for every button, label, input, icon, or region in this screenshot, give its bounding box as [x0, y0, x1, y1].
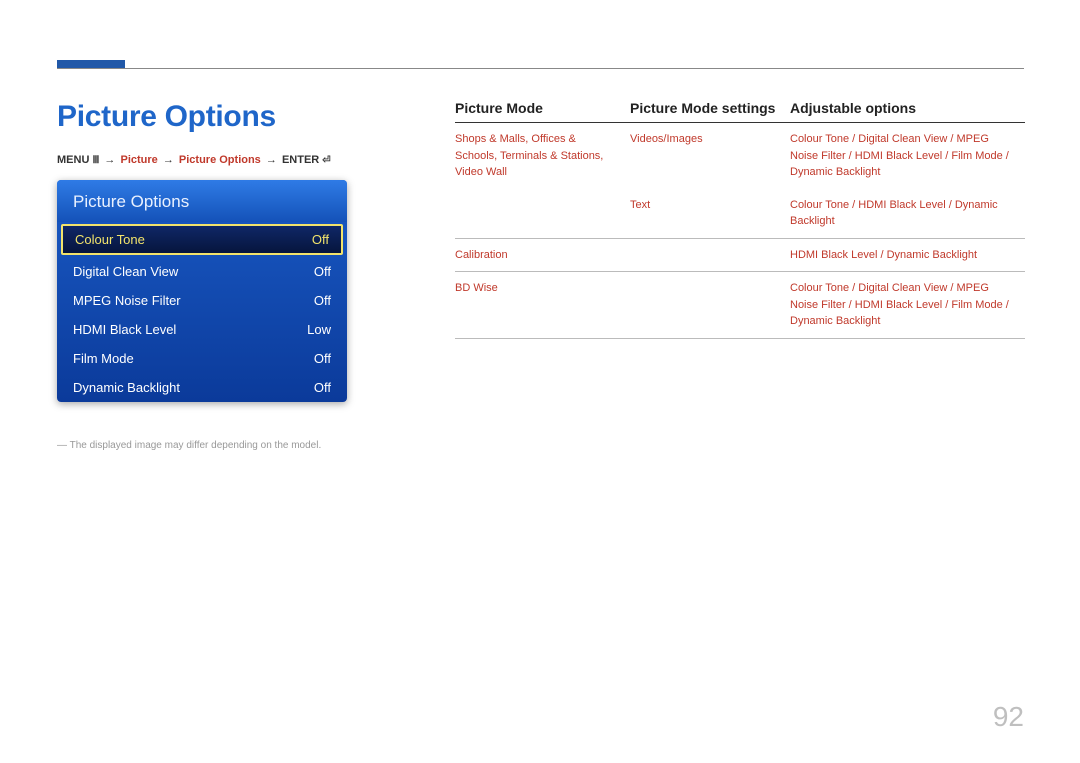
table-cell-mode: Calibration [455, 247, 630, 264]
osd-item[interactable]: Dynamic Backlight Off [57, 373, 347, 402]
table-cell-mode [455, 197, 630, 230]
table-header-adj: Adjustable options [790, 100, 1025, 116]
osd-panel: Picture Options Colour ToneOffDigital Cl… [57, 180, 347, 402]
table-cell-adjustable: Colour Tone / HDMI Black Level / Dynamic… [790, 197, 1025, 230]
table-header-mode: Picture Mode [455, 100, 630, 116]
table-header-settings: Picture Mode settings [630, 100, 790, 116]
osd-item-label: Digital Clean View [73, 264, 178, 279]
page-number: 92 [993, 701, 1024, 733]
table-row: Calibration HDMI Black Level / Dynamic Ba… [455, 239, 1025, 273]
table-cell-settings [630, 280, 790, 330]
osd-item-label: Dynamic Backlight [73, 380, 180, 395]
breadcrumb-enter: ENTER [282, 154, 319, 166]
osd-title: Picture Options [57, 180, 347, 222]
breadcrumb-picture: Picture [120, 154, 157, 166]
table-cell-adjustable: Colour Tone / Digital Clean View / MPEG … [790, 131, 1025, 181]
osd-item-value: Off [314, 380, 331, 395]
osd-item[interactable]: HDMI Black Level Low [57, 315, 347, 344]
osd-item[interactable]: MPEG Noise Filter Off [57, 286, 347, 315]
table-cell-settings: Text [630, 197, 790, 230]
header-rule [57, 68, 1024, 69]
enter-icon: ⏎ [322, 155, 330, 166]
osd-item-label: Film Mode [73, 351, 134, 366]
table-cell-settings [630, 247, 790, 264]
page-title: Picture Options [57, 100, 276, 134]
osd-item-value: Off [314, 351, 331, 366]
osd-item-value: Low [307, 322, 331, 337]
table-cell-settings: Videos/Images [630, 131, 790, 181]
header-accent-bar [57, 60, 125, 68]
table-row: Shops & Malls, Offices & Schools, Termin… [455, 123, 1025, 189]
osd-item[interactable]: Film Mode Off [57, 344, 347, 373]
table-header-row: Picture Mode Picture Mode settings Adjus… [455, 100, 1025, 123]
table-cell-mode: BD Wise [455, 280, 630, 330]
arrow-icon: → [163, 154, 174, 166]
footnote: ― The displayed image may differ dependi… [57, 440, 321, 451]
menu-icon: Ⅲ [92, 155, 99, 166]
table-row: BD Wise Colour Tone / Digital Clean View … [455, 272, 1025, 339]
osd-item-value: Off [312, 232, 329, 247]
table-cell-adjustable: Colour Tone / Digital Clean View / MPEG … [790, 280, 1025, 330]
table-row: TextColour Tone / HDMI Black Level / Dyn… [455, 189, 1025, 239]
arrow-icon: → [104, 154, 115, 166]
breadcrumb-menu: MENU [57, 154, 89, 166]
osd-item[interactable]: Digital Clean View Off [57, 257, 347, 286]
breadcrumb: MENU Ⅲ → Picture → Picture Options → ENT… [57, 154, 331, 166]
osd-item-value: Off [314, 293, 331, 308]
table-cell-adjustable: HDMI Black Level / Dynamic Backlight [790, 247, 1025, 264]
osd-item[interactable]: Colour Tone Off [61, 224, 343, 255]
osd-item-value: Off [314, 264, 331, 279]
osd-item-label: MPEG Noise Filter [73, 293, 181, 308]
table-cell-mode: Shops & Malls, Offices & Schools, Termin… [455, 131, 630, 181]
arrow-icon: → [266, 154, 277, 166]
options-table: Picture Mode Picture Mode settings Adjus… [455, 100, 1025, 339]
osd-item-label: Colour Tone [75, 232, 145, 247]
breadcrumb-picture-options: Picture Options [179, 154, 261, 166]
osd-item-label: HDMI Black Level [73, 322, 176, 337]
